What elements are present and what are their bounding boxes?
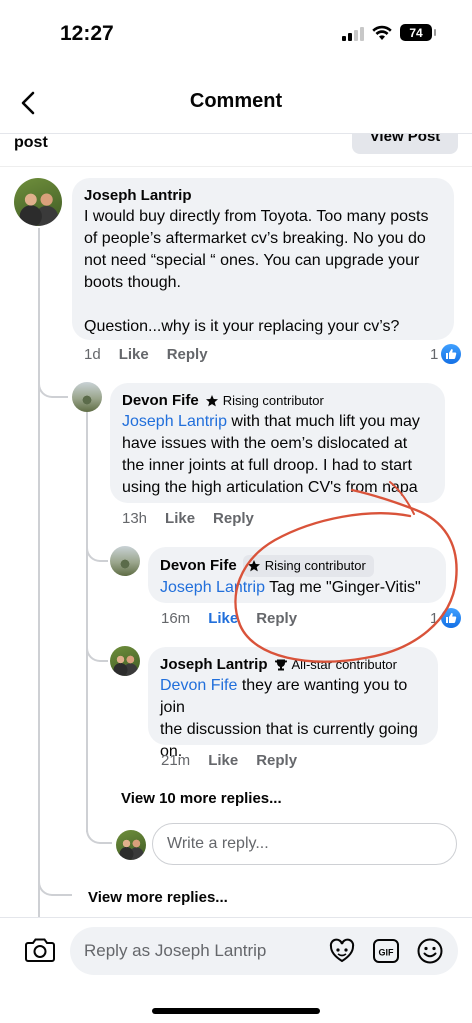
avatar[interactable] — [14, 178, 62, 226]
comment-bubble-reply2: Devon Fife Rising contributor Joseph Lan… — [148, 547, 446, 603]
cellular-signal-icon — [342, 25, 364, 41]
composer-placeholder: Reply as Joseph Lantrip — [84, 941, 267, 960]
reply-button[interactable]: Reply — [167, 346, 208, 363]
comment-time: 1d — [84, 346, 101, 363]
avatar[interactable] — [110, 546, 140, 576]
star-icon — [205, 395, 218, 407]
comment-time: 21m — [161, 752, 191, 769]
reaction-count[interactable]: 1 — [430, 344, 462, 364]
status-bar: 12:27 74 — [0, 0, 472, 70]
emoji-icon[interactable] — [416, 937, 444, 965]
comment-bubble-reply1: Devon Fife Rising contributor Joseph Lan… — [110, 383, 445, 503]
reaction-count[interactable]: 1 — [430, 608, 462, 628]
view-post-button[interactable]: View Post — [352, 134, 458, 154]
svg-text:GIF: GIF — [379, 948, 395, 958]
mention-link[interactable]: Joseph Lantrip — [160, 579, 265, 596]
comment-actions: 21m Like Reply — [161, 752, 297, 769]
comment-bubble-main: Joseph Lantrip I would buy directly from… — [72, 178, 454, 340]
comment-line: not need “special “ ones. You can upgrad… — [84, 252, 420, 269]
comment-line: Question...why is it your replacing your… — [84, 318, 400, 335]
battery-indicator: 74 — [400, 24, 436, 41]
contributor-badge: Rising contributor — [205, 391, 324, 411]
header: Comment — [0, 76, 472, 128]
strip-divider — [0, 166, 472, 167]
comment-author-row: Devon Fife Rising contributor — [122, 391, 433, 411]
comment-line: the inner joints at full droop. I had to… — [122, 457, 412, 474]
comment-author-row: Joseph Lantrip All-star contributor — [160, 655, 426, 675]
post-label: post — [14, 134, 48, 151]
mention-link[interactable]: Joseph Lantrip — [122, 413, 227, 430]
status-icons: 74 — [342, 24, 436, 41]
reply-composer-field[interactable]: Reply as Joseph Lantrip GIF — [70, 927, 458, 975]
thread-curve-reply-box — [86, 820, 112, 844]
like-button[interactable]: Like — [208, 752, 238, 769]
contributor-badge: All-star contributor — [274, 655, 397, 675]
comment-actions: 13h Like Reply — [122, 510, 254, 527]
comment-line: Joseph Lantrip Tag me "Ginger-Vitis" — [160, 577, 434, 599]
like-button[interactable]: Like — [119, 346, 149, 363]
mention-link[interactable]: Devon Fife — [160, 677, 237, 694]
view-more-replies[interactable]: View more replies... — [88, 889, 228, 906]
home-indicator[interactable] — [152, 1008, 320, 1014]
post-strip: post View Post — [0, 134, 472, 164]
comment-line: of people’s aftermarket cv’s breaking. N… — [84, 230, 426, 247]
thread-line-main — [38, 228, 40, 918]
gif-icon[interactable]: GIF — [372, 937, 400, 965]
reply-button[interactable]: Reply — [213, 510, 254, 527]
write-reply-input[interactable]: Write a reply... — [152, 823, 457, 865]
reaction-count-value: 1 — [430, 609, 439, 627]
comment-author-row: Devon Fife Rising contributor — [160, 555, 434, 577]
comment-line: boots though. — [84, 274, 181, 291]
thumbs-up-icon — [441, 344, 462, 364]
comment-time: 16m — [161, 610, 191, 627]
page-title: Comment — [189, 90, 283, 112]
contributor-badge: Rising contributor — [242, 555, 374, 577]
comment-author[interactable]: Joseph Lantrip — [160, 655, 268, 675]
comment-author[interactable]: Devon Fife — [160, 556, 237, 576]
thread-curve-view-more — [38, 872, 72, 896]
comment-actions: 1d Like Reply — [84, 346, 208, 363]
comment-time: 13h — [122, 510, 148, 527]
comment-line: have issues with the oem’s dislocated at — [122, 435, 408, 452]
avatar-sticker-icon[interactable] — [328, 937, 356, 965]
like-button[interactable]: Like — [165, 510, 195, 527]
thread-line-reply1 — [86, 412, 88, 832]
badge-label: All-star contributor — [291, 657, 397, 672]
trophy-icon — [274, 659, 287, 671]
comment-bubble-reply3: Joseph Lantrip All-star contributor Devo… — [148, 647, 438, 760]
reply-button[interactable]: Reply — [256, 610, 297, 627]
comment-line: using the high articulation CV's from na… — [122, 479, 418, 496]
comment-line: the discussion that is currently going — [160, 721, 418, 738]
comment-actions: 16m Like Reply — [161, 610, 297, 627]
avatar — [116, 830, 146, 860]
thread-curve-reply3 — [86, 640, 108, 662]
thread-curve-reply2 — [86, 540, 108, 562]
thread-curve-reply1 — [38, 376, 68, 398]
avatar[interactable] — [110, 646, 140, 676]
thumbs-up-icon — [441, 608, 462, 628]
status-time: 12:27 — [60, 22, 114, 45]
comment-text: Tag me "Ginger-Vitis" — [264, 579, 421, 596]
star-icon — [247, 560, 260, 572]
comment-line: I would buy directly from Toyota. Too ma… — [84, 208, 429, 225]
reply-button[interactable]: Reply — [256, 752, 297, 769]
badge-label: Rising contributor — [264, 558, 366, 573]
comment-line: Joseph Lantrip with that much lift you m… — [122, 411, 433, 433]
reaction-count-value: 1 — [430, 345, 439, 363]
comment-author[interactable]: Devon Fife — [122, 391, 199, 411]
wifi-icon — [372, 25, 392, 40]
camera-icon[interactable] — [24, 936, 56, 964]
view-more-nested-replies[interactable]: View 10 more replies... — [121, 790, 282, 807]
comment-line: Devon Fife they are wanting you to join — [160, 675, 426, 719]
badge-label: Rising contributor — [222, 393, 324, 408]
comment-author[interactable]: Joseph Lantrip — [84, 186, 442, 206]
like-button[interactable]: Like — [208, 610, 238, 627]
comment-text: with that much lift you may — [226, 413, 420, 430]
avatar[interactable] — [72, 382, 102, 412]
comment-composer: Reply as Joseph Lantrip GIF — [0, 918, 472, 988]
